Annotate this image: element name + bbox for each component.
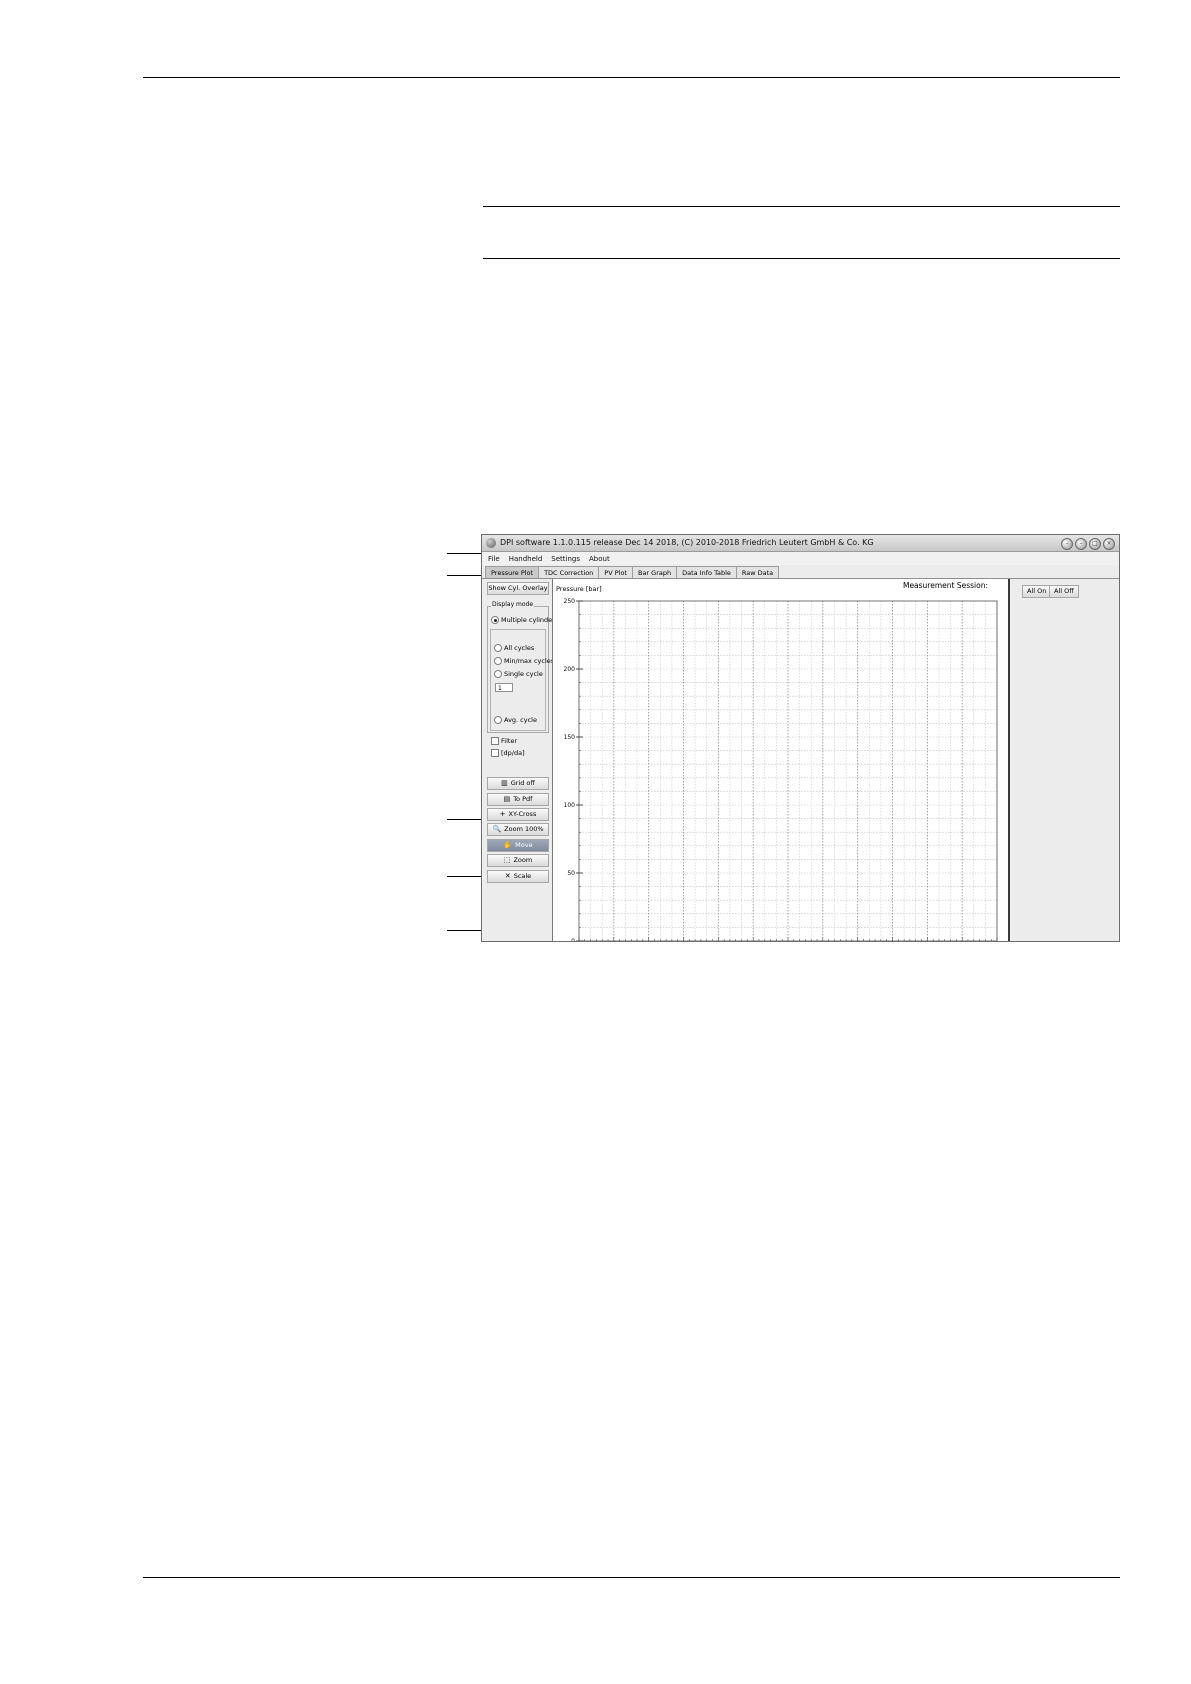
checkbox-icon: [491, 737, 499, 745]
multiple-cylinder-label: Multiple cylinder: [501, 616, 555, 624]
pressure-plot-panel[interactable]: Pressure [bar] Measurement Session: 0501…: [552, 579, 1010, 941]
display-mode-title: Display mode: [491, 601, 535, 608]
y-tick-label: 200: [564, 666, 576, 673]
window-controls: – – □ ×: [1061, 538, 1115, 550]
minmax-cycles-label: Min/max cycles: [504, 657, 555, 665]
scale-button[interactable]: ✕ Scale: [487, 870, 549, 883]
menu-about[interactable]: About: [589, 555, 610, 563]
header-rule: [143, 77, 1120, 78]
shade-icon[interactable]: –: [1061, 538, 1073, 550]
hand-icon: ✋: [503, 841, 513, 849]
cylinder-selection-panel: All On All Off: [1010, 579, 1119, 941]
section-rule-top: [483, 206, 1120, 207]
scale-label: Scale: [513, 872, 532, 880]
radio-icon: [494, 657, 502, 665]
grid-icon: ▥: [501, 779, 508, 787]
all-cycles-option[interactable]: All cycles: [494, 644, 534, 652]
maximize-icon[interactable]: □: [1089, 538, 1101, 550]
tab-data-info-table[interactable]: Data Info Table: [676, 566, 737, 578]
to-pdf-button[interactable]: ▤ To Pdf: [487, 793, 549, 806]
zoom-100-label: Zoom 100%: [504, 825, 544, 833]
tab-pv-plot[interactable]: PV Plot: [598, 566, 633, 578]
y-tick-label: 50: [567, 870, 575, 877]
all-off-button[interactable]: All Off: [1049, 585, 1079, 598]
callout-line-menu: [447, 553, 484, 554]
close-icon[interactable]: ×: [1103, 538, 1115, 550]
tab-bar-graph[interactable]: Bar Graph: [631, 566, 678, 578]
menu-handheld[interactable]: Handheld: [509, 555, 543, 563]
callout-line-tools: [447, 876, 484, 877]
app-icon: [486, 538, 496, 548]
zoom-100-button[interactable]: 🔍 Zoom 100%: [487, 823, 549, 836]
callout-line-bottom: [447, 930, 484, 931]
menu-settings[interactable]: Settings: [551, 555, 580, 563]
crosshair-icon: +: [499, 810, 506, 818]
move-button[interactable]: ✋ Move: [487, 839, 549, 852]
app-window: DPI software 1.1.0.115 release Dec 14 20…: [481, 534, 1120, 942]
to-pdf-label: To Pdf: [513, 795, 533, 803]
callout-line-tabs: [447, 575, 484, 576]
zoom-label: Zoom: [513, 856, 533, 864]
single-cycle-option[interactable]: Single cycle: [494, 670, 543, 678]
dpda-checkbox[interactable]: [dp/da]: [491, 749, 525, 757]
footer-rule: [143, 1577, 1120, 1578]
tab-bar: Pressure Plot TDC Correction PV Plot Bar…: [482, 566, 1119, 579]
menu-bar: File Handheld Settings About: [482, 552, 1119, 565]
magnifier-icon: 🔍: [492, 825, 502, 833]
xy-cross-label: XY-Cross: [508, 810, 537, 818]
grid-off-button[interactable]: ▥ Grid off: [487, 777, 549, 790]
xy-cross-button[interactable]: + XY-Cross: [487, 808, 549, 821]
checkbox-icon: [491, 749, 499, 757]
all-cycles-label: All cycles: [504, 644, 535, 652]
avg-cycle-option[interactable]: Avg. cycle: [494, 716, 537, 724]
display-mode-group: Display mode Multiple cylinder All cycle…: [487, 601, 555, 733]
avg-cycle-label: Avg. cycle: [504, 716, 537, 724]
radio-icon: [494, 644, 502, 652]
radio-icon: [491, 616, 499, 624]
show-cyl-overlay-button[interactable]: Show Cyl. Overlay: [487, 582, 549, 595]
filter-label: Filter: [501, 737, 518, 745]
cycle-options-box: All cycles Min/max cycles Single cycle 1…: [490, 629, 554, 731]
radio-icon: [494, 716, 502, 724]
tab-tdc-correction[interactable]: TDC Correction: [538, 566, 600, 578]
minmax-cycles-option[interactable]: Min/max cycles: [494, 657, 554, 665]
y-tick-label: 0: [571, 938, 575, 941]
window-title: DPI software 1.1.0.115 release Dec 14 20…: [500, 538, 874, 547]
single-cycle-label: Single cycle: [504, 670, 543, 678]
cycle-number-spinner[interactable]: 1: [495, 683, 513, 692]
zoom-button[interactable]: ⬚ Zoom: [487, 854, 549, 867]
menu-file[interactable]: File: [488, 555, 500, 563]
tab-pressure-plot[interactable]: Pressure Plot: [485, 566, 540, 578]
move-label: Move: [515, 841, 533, 849]
dpda-label: [dp/da]: [501, 749, 525, 757]
radio-icon: [494, 670, 502, 678]
zoom-box-icon: ⬚: [503, 856, 511, 864]
minimize-icon[interactable]: –: [1075, 538, 1087, 550]
left-control-panel: Show Cyl. Overlay Display mode Multiple …: [485, 581, 555, 941]
y-tick-label: 150: [564, 734, 576, 741]
pdf-icon: ▤: [503, 795, 511, 803]
filter-checkbox[interactable]: Filter: [491, 737, 517, 745]
section-rule-bottom: [483, 258, 1120, 259]
scale-icon: ✕: [504, 872, 511, 880]
grid-off-label: Grid off: [510, 779, 535, 787]
tab-raw-data[interactable]: Raw Data: [735, 566, 780, 578]
y-tick-label: 100: [564, 802, 576, 809]
pressure-chart[interactable]: 0 50 100 150 200 250: [553, 579, 1008, 941]
multiple-cylinder-option[interactable]: Multiple cylinder: [491, 616, 555, 624]
y-tick-label: 250: [564, 598, 576, 605]
all-on-button[interactable]: All On: [1022, 585, 1052, 598]
title-bar: DPI software 1.1.0.115 release Dec 14 20…: [482, 535, 1119, 552]
